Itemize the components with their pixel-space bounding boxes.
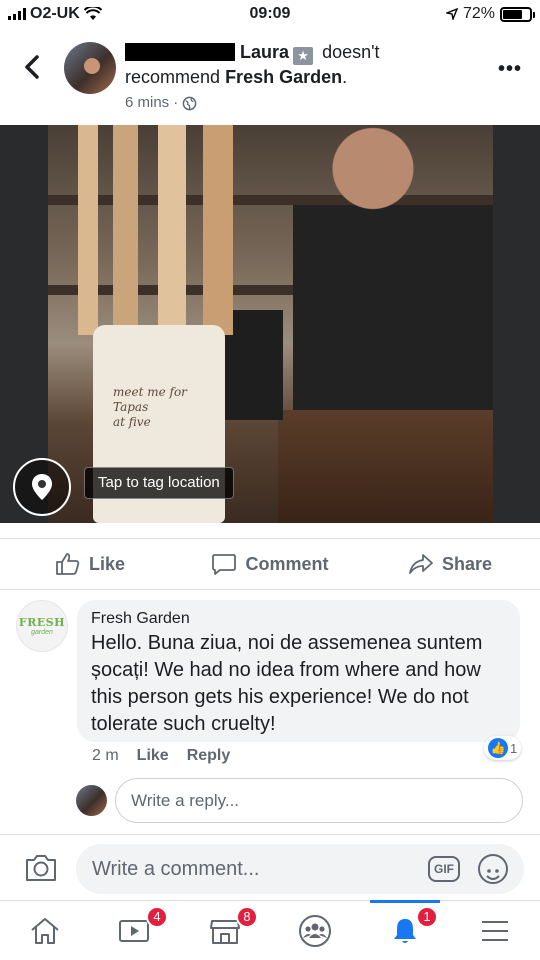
- photo-scene: meet me for Tapas at five: [48, 125, 493, 523]
- thumbs-up-icon: [56, 553, 80, 575]
- crock-lettering: meet me for Tapas at five: [113, 385, 187, 429]
- comment-input-placeholder: Write a comment...: [92, 858, 260, 880]
- title-period: .: [342, 67, 348, 87]
- tab-home[interactable]: [0, 901, 90, 960]
- tab-marketplace[interactable]: 8: [180, 901, 270, 960]
- post-photo[interactable]: meet me for Tapas at five Tap to tag loc…: [0, 125, 540, 523]
- tab-notifications[interactable]: 1: [360, 900, 450, 960]
- back-arrow-icon[interactable]: [18, 52, 46, 82]
- tab-groups[interactable]: [270, 901, 360, 960]
- fresh-garden-logo: FRESH: [18, 616, 66, 629]
- reaction-count[interactable]: 👍 1: [484, 736, 522, 760]
- commenter-avatar[interactable]: FRESH garden: [16, 600, 68, 652]
- share-icon: [409, 554, 433, 574]
- reaction-count-value: 1: [510, 740, 518, 756]
- like-reaction-icon: 👍: [488, 738, 508, 758]
- action-text: doesn't: [322, 42, 380, 62]
- reply-avatar: [76, 785, 107, 816]
- comment-composer: Write a comment... GIF: [0, 834, 540, 900]
- star-icon: ★: [293, 47, 314, 65]
- comment-input[interactable]: Write a comment... GIF: [76, 844, 524, 894]
- home-icon: [31, 917, 59, 944]
- marketplace-badge: 8: [236, 906, 258, 928]
- comment-text: Hello. Buna ziua, noi de assemenea sunte…: [91, 632, 483, 735]
- location-arrow-icon: [445, 8, 458, 20]
- reply-input[interactable]: Write a reply...: [115, 778, 523, 823]
- emoji-icon[interactable]: [478, 854, 508, 884]
- watch-badge: 4: [146, 906, 168, 928]
- tab-watch[interactable]: 4: [90, 901, 180, 960]
- action-bar: Like Comment Share: [0, 538, 540, 590]
- page-name-link[interactable]: Fresh Garden: [225, 67, 342, 87]
- more-options-icon[interactable]: •••: [498, 58, 522, 81]
- author-name[interactable]: Laura: [240, 42, 289, 62]
- photo-spoons: [68, 125, 258, 335]
- camera-icon[interactable]: [24, 852, 58, 884]
- like-label: Like: [88, 553, 126, 574]
- tab-menu[interactable]: [450, 901, 540, 960]
- battery-icon: [500, 6, 535, 22]
- like-button[interactable]: Like: [0, 539, 180, 589]
- post-header: Laura ★ doesn't recommend Fresh Garden. 6…: [0, 30, 540, 125]
- comment-author[interactable]: Fresh Garden: [91, 610, 506, 628]
- comment-button[interactable]: Comment: [180, 539, 360, 589]
- share-label: Share: [441, 553, 493, 574]
- gif-icon[interactable]: GIF: [428, 856, 460, 882]
- status-right: 72%: [445, 5, 535, 23]
- location-pin-icon[interactable]: [13, 458, 71, 516]
- battery-percent: 72%: [462, 5, 495, 22]
- redacted-name: [125, 43, 235, 61]
- status-bar: O2-UK 09:09 72%: [0, 0, 540, 30]
- recommend-text: recommend: [125, 67, 221, 87]
- photo-chef: [293, 125, 493, 415]
- post-meta: 6 mins ·: [125, 91, 465, 115]
- comment-meta: 2 m Like Reply: [92, 747, 230, 765]
- comment-like-link[interactable]: Like: [137, 747, 169, 765]
- meta-separator: ·: [173, 94, 179, 111]
- hamburger-menu-icon: [482, 920, 508, 941]
- share-button[interactable]: Share: [360, 539, 540, 589]
- battery-fill: [503, 9, 522, 19]
- photo-counter: [278, 410, 493, 523]
- tag-location-button[interactable]: Tap to tag location: [84, 467, 234, 499]
- comment-label: Comment: [245, 553, 329, 574]
- author-avatar[interactable]: [64, 42, 116, 94]
- comment-icon: [212, 554, 237, 575]
- fresh-garden-logo-sub: garden: [31, 629, 53, 636]
- groups-icon: [299, 914, 331, 947]
- post-title: Laura ★ doesn't recommend Fresh Garden. 6…: [125, 40, 465, 115]
- globe-icon: [182, 96, 197, 110]
- notifications-badge: 1: [416, 906, 438, 928]
- comment-time: 2 m: [92, 747, 119, 764]
- bottom-tab-bar: 4 8 1: [0, 900, 540, 960]
- comment-bubble[interactable]: Fresh Garden Hello. Buna ziua, noi de as…: [77, 600, 520, 742]
- comment-reply-link[interactable]: Reply: [187, 747, 231, 765]
- post-time[interactable]: 6 mins: [125, 91, 169, 115]
